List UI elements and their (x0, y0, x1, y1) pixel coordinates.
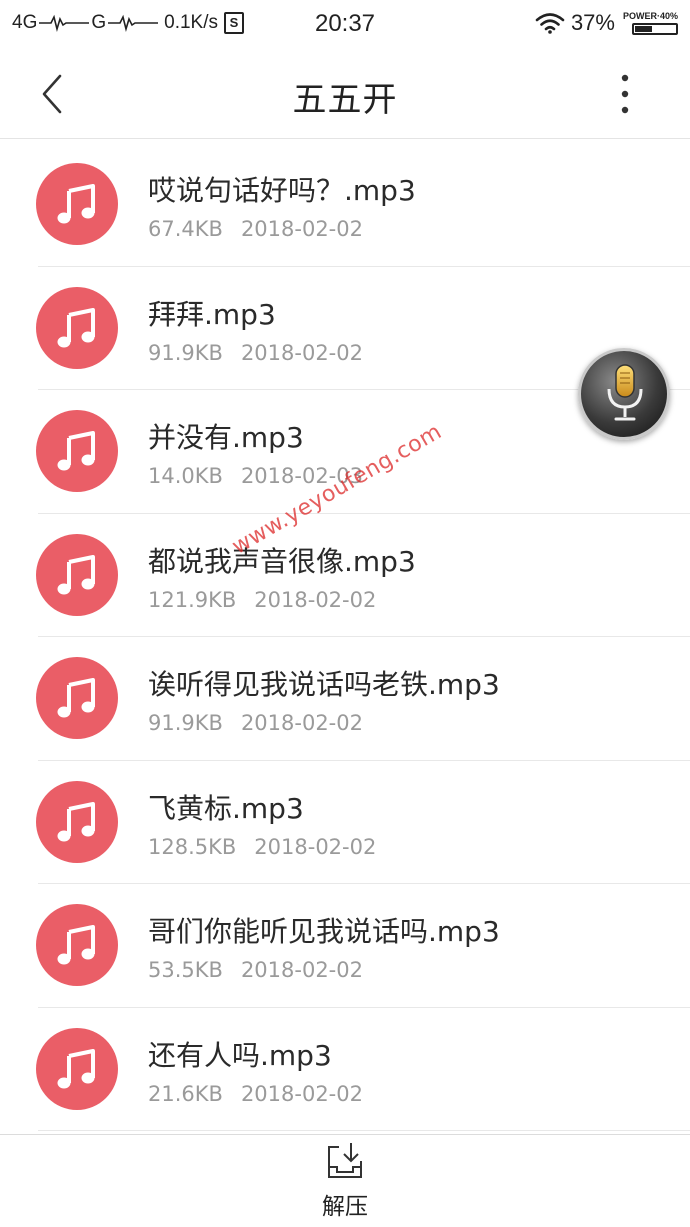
extract-label: 解压 (322, 1194, 368, 1220)
file-size: 91.9KB (148, 711, 223, 735)
file-meta: 53.5KB 2018-02-02 (148, 958, 363, 982)
music-note-icon (36, 533, 118, 616)
file-row[interactable]: 还有人吗.mp3 21.6KB 2018-02-02 (0, 1008, 690, 1132)
file-size: 67.4KB (148, 217, 223, 241)
more-vertical-icon (621, 74, 629, 114)
file-row[interactable]: 都说我声音很像.mp3 121.9KB 2018-02-02 (0, 514, 690, 638)
music-note-icon (36, 780, 118, 863)
file-size: 91.9KB (148, 340, 223, 365)
music-note-icon (36, 163, 118, 245)
file-date: 2018-02-02 (240, 340, 363, 365)
music-note-icon (36, 286, 118, 369)
file-meta: 21.6KB 2018-02-02 (148, 1082, 363, 1106)
battery-label: POWER·40% (622, 11, 678, 21)
extract-icon (328, 1143, 362, 1178)
file-date: 2018-02-02 (240, 1081, 363, 1106)
battery-fill (635, 26, 652, 32)
file-name: 还有人吗.mp3 (148, 1038, 332, 1072)
battery-icon: POWER·40% (623, 11, 678, 35)
file-meta: 128.5KB 2018-02-02 (148, 835, 376, 859)
page-title: 五五开 (292, 80, 398, 120)
file-meta: 121.9KB 2018-02-02 (148, 588, 376, 612)
file-size: 53.5KB (148, 958, 223, 982)
file-name: 哎说句话好吗？.mp3 (148, 174, 416, 207)
file-date: 2018-02-02 (254, 587, 377, 612)
file-name: 拜拜.mp3 (148, 297, 276, 331)
file-name: 都说我声音很像.mp3 (148, 544, 416, 578)
battery-percent: 37% (570, 10, 615, 35)
microphone-icon (607, 364, 643, 421)
battery-body (632, 23, 678, 35)
file-size: 128.5KB (148, 834, 237, 859)
file-size: 21.6KB (148, 1081, 223, 1106)
file-date: 2018-02-02 (254, 834, 377, 859)
file-date: 2018-02-02 (240, 711, 363, 735)
floating-mic-button[interactable] (578, 348, 670, 440)
file-name: 哥们你能听见我说话吗.mp3 (148, 915, 500, 948)
file-size: 14.0KB (148, 464, 223, 488)
file-row[interactable]: 诶听得见我说话吗老铁.mp3 91.9KB 2018-02-02 (0, 637, 690, 761)
more-options-button[interactable] (610, 72, 640, 116)
file-list: 哎说句话好吗？.mp3 67.4KB 2018-02-02 拜拜.mp3 91.9KB 2… (0, 143, 690, 1131)
file-name: 诶听得见我说话吗老铁.mp3 (148, 668, 500, 701)
bottom-bar: 解压 (0, 1134, 690, 1227)
file-meta: 91.9KB 2018-02-02 (148, 341, 363, 365)
music-note-icon (36, 1027, 118, 1110)
wifi-icon (535, 13, 565, 34)
file-name: 并没有.mp3 (148, 421, 304, 454)
file-row[interactable]: 哎说句话好吗？.mp3 67.4KB 2018-02-02 (0, 143, 690, 267)
file-meta: 67.4KB 2018-02-02 (148, 217, 363, 241)
file-size: 121.9KB (148, 587, 237, 612)
title-bar: 五五开 (0, 50, 690, 139)
music-note-icon (36, 657, 118, 739)
status-right: 37% POWER·40% (535, 10, 678, 36)
music-note-icon (36, 410, 118, 492)
file-row[interactable]: 哥们你能听见我说话吗.mp3 53.5KB 2018-02-02 (0, 884, 690, 1008)
music-note-icon (36, 904, 118, 986)
file-row[interactable]: 飞黄标.mp3 128.5KB 2018-02-02 (0, 761, 690, 885)
file-date: 2018-02-02 (240, 217, 363, 241)
file-meta: 91.9KB 2018-02-02 (148, 711, 363, 735)
file-name: 飞黄标.mp3 (148, 791, 304, 825)
file-date: 2018-02-02 (240, 958, 363, 982)
extract-button[interactable]: 解压 (295, 1141, 395, 1225)
status-bar: 4G G 0.1K/s S 20:37 37% POWER·40% (0, 0, 690, 50)
